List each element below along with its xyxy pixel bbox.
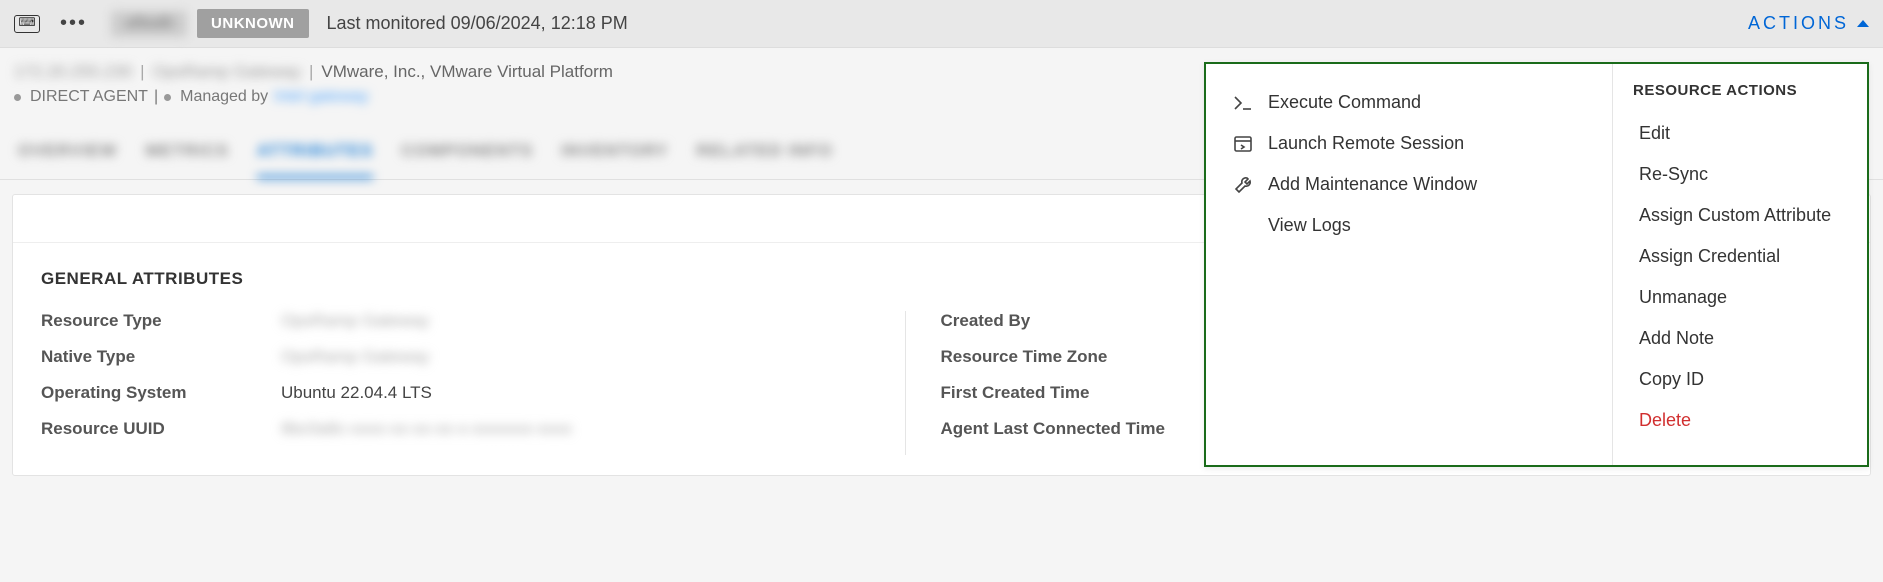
action-label: Delete — [1639, 410, 1691, 431]
action-delete[interactable]: Delete — [1633, 400, 1847, 441]
terminal-icon — [1232, 94, 1254, 112]
actions-button[interactable]: ACTIONS — [1748, 13, 1869, 34]
attr-row-native-type: Native Type OpsRamp Gateway — [41, 347, 905, 367]
tab-metrics[interactable]: METRICS — [145, 141, 229, 179]
tab-inventory[interactable]: INVENTORY — [561, 141, 668, 179]
attr-label: Agent Last Connected Time — [940, 419, 1165, 439]
attr-label: Resource UUID — [41, 419, 281, 439]
action-launch-remote[interactable]: Launch Remote Session — [1226, 123, 1592, 164]
attr-value: OpsRamp Gateway — [281, 347, 429, 367]
keyboard-icon[interactable] — [14, 15, 40, 33]
attr-value: OpsRamp Gateway — [281, 311, 429, 331]
status-dot-icon — [14, 94, 21, 101]
vendor-text: VMware, Inc., VMware Virtual Platform — [321, 62, 613, 82]
wrench-icon — [1232, 175, 1254, 195]
attr-value: 8bc0a8c-xxxx-xx-xx-xx-x-xxxxxxx-xxxx — [281, 419, 572, 439]
attr-row-resource-type: Resource Type OpsRamp Gateway — [41, 311, 905, 331]
attr-value: Ubuntu 22.04.4 LTS — [281, 383, 432, 403]
meta-line-1: 172.20.255.230 | OpsRamp Gateway | VMwar… — [14, 62, 1378, 82]
action-label: Re-Sync — [1639, 164, 1708, 185]
chevron-up-icon — [1857, 20, 1869, 27]
actions-panel-left: Execute Command Launch Remote Session Ad… — [1206, 64, 1612, 465]
attribute-col-left: Resource Type OpsRamp Gateway Native Typ… — [41, 311, 905, 455]
actions-panel-right: RESOURCE ACTIONS Edit Re-Sync Assign Cus… — [1612, 64, 1867, 465]
action-label: Assign Credential — [1639, 246, 1780, 267]
last-monitored-text: Last monitored 09/06/2024, 12:18 PM — [327, 13, 628, 34]
attr-label: Resource Type — [41, 311, 281, 331]
tab-attributes[interactable]: ATTRIBUTES — [257, 141, 373, 179]
attr-label: Native Type — [41, 347, 281, 367]
action-label: Add Maintenance Window — [1268, 174, 1477, 195]
ip-blurred: 172.20.255.230 — [14, 62, 132, 82]
status-badge: UNKNOWN — [197, 9, 309, 38]
actions-dropdown-panel: Execute Command Launch Remote Session Ad… — [1204, 62, 1869, 467]
agent-text: DIRECT AGENT — [30, 88, 148, 106]
action-unmanage[interactable]: Unmanage — [1633, 277, 1847, 318]
action-assign-custom-attribute[interactable]: Assign Custom Attribute — [1633, 195, 1847, 236]
more-icon[interactable]: ••• — [60, 12, 87, 35]
action-assign-credential[interactable]: Assign Credential — [1633, 236, 1847, 277]
attr-row-os: Operating System Ubuntu 22.04.4 LTS — [41, 383, 905, 403]
separator: | — [309, 62, 313, 82]
attr-row-uuid: Resource UUID 8bc0a8c-xxxx-xx-xx-xx-x-xx… — [41, 419, 905, 439]
status-dot-icon — [164, 94, 171, 101]
action-label: View Logs — [1268, 215, 1351, 236]
action-view-logs[interactable]: View Logs — [1226, 205, 1592, 246]
top-bar: ••• xRedli UNKNOWN Last monitored 09/06/… — [0, 0, 1883, 48]
name-blurred: OpsRamp Gateway — [153, 62, 301, 82]
attr-label: First Created Time — [940, 383, 1180, 403]
action-add-note[interactable]: Add Note — [1633, 318, 1847, 359]
action-label: Assign Custom Attribute — [1639, 205, 1831, 226]
meta-column: 172.20.255.230 | OpsRamp Gateway | VMwar… — [14, 62, 1378, 106]
tab-overview[interactable]: OVERVIEW — [18, 141, 117, 179]
action-resync[interactable]: Re-Sync — [1633, 154, 1847, 195]
resource-actions-heading: RESOURCE ACTIONS — [1633, 82, 1847, 99]
attr-label: Resource Time Zone — [940, 347, 1180, 367]
action-add-maintenance[interactable]: Add Maintenance Window — [1226, 164, 1592, 205]
separator: | — [154, 88, 158, 106]
actions-label: ACTIONS — [1748, 13, 1849, 34]
separator: | — [140, 62, 144, 82]
action-label: Copy ID — [1639, 369, 1704, 390]
tab-related-info[interactable]: RELATED INFO — [696, 141, 832, 179]
tab-components[interactable]: COMPONENTS — [401, 141, 533, 179]
action-copy-id[interactable]: Copy ID — [1633, 359, 1847, 400]
action-label: Add Note — [1639, 328, 1714, 349]
action-label: Launch Remote Session — [1268, 133, 1464, 154]
action-label: Edit — [1639, 123, 1670, 144]
remote-session-icon — [1232, 135, 1254, 153]
device-name-blurred: xRedli — [111, 11, 187, 37]
attr-label: Operating System — [41, 383, 281, 403]
action-label: Execute Command — [1268, 92, 1421, 113]
attr-label: Created By — [940, 311, 1180, 331]
managed-by-blurred: Intel gateway — [274, 88, 368, 106]
action-edit[interactable]: Edit — [1633, 113, 1847, 154]
managed-by-label: Managed by — [180, 88, 268, 106]
action-execute-command[interactable]: Execute Command — [1226, 82, 1592, 123]
action-label: Unmanage — [1639, 287, 1727, 308]
meta-line-2: DIRECT AGENT | Managed by Intel gateway — [14, 88, 1378, 106]
